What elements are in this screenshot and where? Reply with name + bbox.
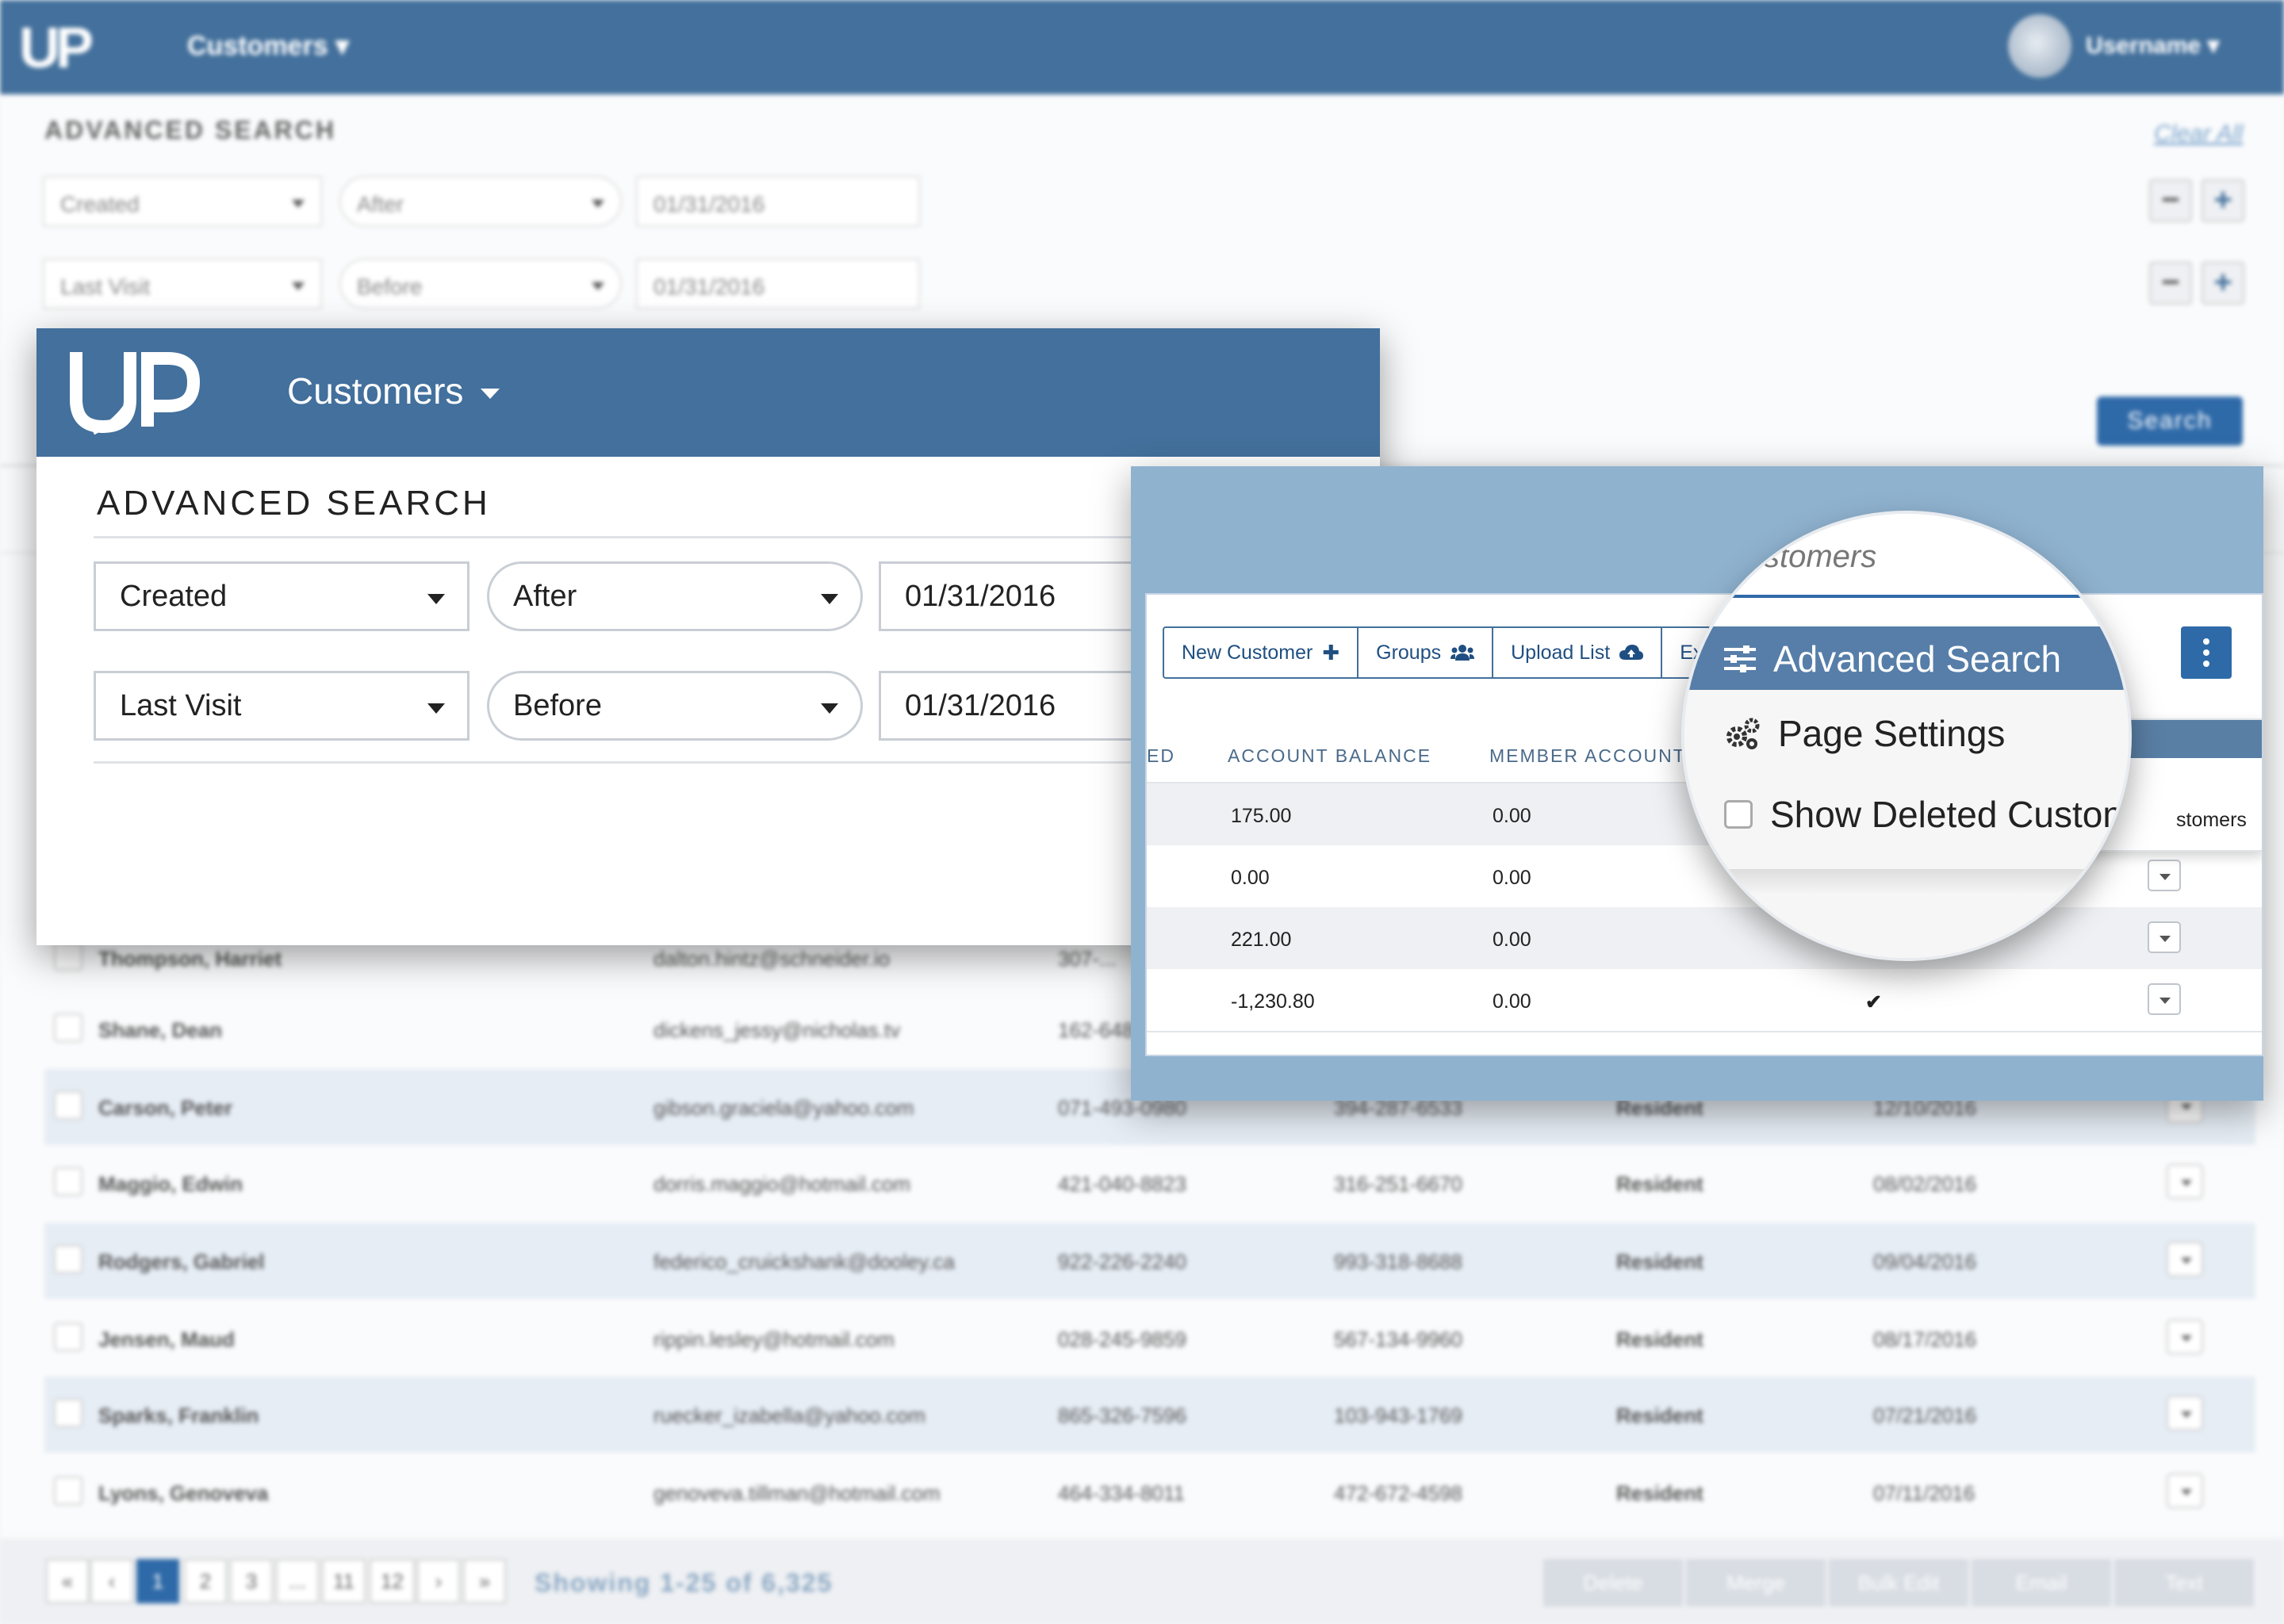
row-checkbox[interactable] (54, 1167, 82, 1196)
caret-down-icon (592, 200, 604, 208)
customer-search-field[interactable]: stomers (1684, 514, 2129, 599)
caret-down-icon (427, 594, 445, 604)
criteria-operator-select[interactable]: Before (339, 259, 622, 309)
criteria-operator-select[interactable]: After (487, 561, 863, 631)
new-customer-button[interactable]: New Customer ✚ (1164, 628, 1359, 677)
remove-criteria-button[interactable]: − (2149, 262, 2192, 304)
row-checkbox[interactable] (54, 1245, 82, 1274)
row-checkbox[interactable] (54, 1091, 82, 1120)
nav-customers[interactable]: Customers ▾ (187, 30, 349, 62)
table-row[interactable]: Sparks, Franklin ruecker_izabella@yahoo.… (44, 1377, 2255, 1453)
cloud-upload-icon (1619, 645, 1644, 660)
row-actions-dropdown[interactable] (2148, 921, 2181, 953)
showing-count: Showing 1-25 of 6,325 (535, 1568, 834, 1597)
caret-down-icon (821, 703, 838, 714)
criteria-date-input[interactable]: 01/31/2016 (636, 259, 920, 309)
pagination-last[interactable]: » (463, 1559, 506, 1603)
username-menu[interactable]: Username ▾ (2086, 32, 2219, 59)
add-criteria-button[interactable]: + (2202, 262, 2244, 304)
magnifier-lens: stomers Advanced Search Page Settings Sh… (1681, 511, 2132, 961)
criteria-field-select[interactable]: Last Visit (94, 671, 469, 741)
users-icon (1450, 645, 1475, 661)
advanced-search-title: ADVANCED SEARCH (44, 116, 336, 144)
caret-down-icon (821, 594, 838, 604)
row-actions-dropdown[interactable] (2167, 1396, 2203, 1431)
avatar[interactable] (2008, 14, 2071, 78)
clear-all-link[interactable]: Clear All (2154, 121, 2243, 147)
criteria-operator-select[interactable]: After (339, 176, 622, 227)
search-button[interactable]: Search (2097, 396, 2243, 446)
caret-down-icon (481, 388, 500, 399)
upload-list-button[interactable]: Upload List (1493, 628, 1663, 677)
row-checkbox[interactable] (54, 1399, 82, 1427)
row-actions-dropdown[interactable] (2167, 1320, 2203, 1354)
criteria-field-select[interactable]: Created (43, 176, 322, 227)
row-actions-dropdown[interactable] (2148, 983, 2181, 1015)
pagination-page-12[interactable]: 12 (370, 1559, 415, 1603)
table-row[interactable]: Maggio, Edwin dorris.maggio@hotmail.com … (44, 1145, 2255, 1221)
row-checkbox[interactable] (54, 942, 82, 971)
caret-down-icon (292, 200, 305, 208)
row-checkbox[interactable] (54, 1013, 82, 1042)
pagination-page-3[interactable]: 3 (230, 1559, 273, 1603)
pagination-prev[interactable]: ‹ (90, 1559, 133, 1603)
checkbox-icon[interactable] (1724, 800, 1753, 829)
row-actions-dropdown[interactable] (2167, 1242, 2203, 1277)
advanced-search-title: ADVANCED SEARCH (97, 484, 491, 523)
criteria-field-select[interactable]: Last Visit (43, 259, 322, 309)
column-header-partial[interactable]: ED (1147, 745, 1175, 767)
sliders-icon (1724, 645, 1756, 672)
table-row[interactable]: Rodgers, Gabriel federico_cruickshank@do… (44, 1223, 2255, 1299)
menu-item-advanced-search[interactable]: Advanced Search (1724, 638, 2061, 680)
row-checkbox[interactable] (54, 1477, 82, 1505)
caret-down-icon (427, 703, 445, 714)
row-actions-dropdown[interactable] (2148, 860, 2181, 891)
gears-icon (1726, 718, 1760, 749)
groups-button[interactable]: Groups (1359, 628, 1494, 677)
criteria-operator-select[interactable]: Before (487, 671, 863, 741)
kebab-icon[interactable] (2181, 626, 2232, 679)
table-row[interactable]: -1,230.80 0.00 ✔ (1147, 969, 2262, 1031)
bulk-text-button[interactable]: Text (2114, 1559, 2254, 1607)
app-header: Customers (36, 328, 1380, 457)
remove-criteria-button[interactable]: − (2149, 179, 2192, 222)
row-actions-dropdown[interactable] (2167, 1164, 2203, 1199)
bulk-delete-button[interactable]: Delete (1543, 1559, 1683, 1607)
logo-icon (70, 352, 201, 435)
menu-item-show-deleted[interactable]: Show Deleted Custome (1724, 793, 2129, 836)
caret-down-icon (292, 282, 305, 290)
app-header: UP Customers ▾ Username ▾ (0, 0, 2284, 94)
column-header-account-balance[interactable]: ACCOUNT BALANCE (1228, 745, 1431, 767)
pagination-ellipsis: ... (276, 1559, 319, 1603)
bulk-merge-button[interactable]: Merge (1686, 1559, 1826, 1607)
nav-customers[interactable]: Customers (287, 370, 500, 412)
column-header-member-account[interactable]: MEMBER ACCOUNT (1489, 745, 1686, 767)
bulk-edit-button[interactable]: Bulk Edit (1829, 1559, 1968, 1607)
plus-icon: ✚ (1322, 640, 1340, 665)
row-actions-dropdown[interactable] (2167, 1473, 2203, 1508)
pagination-next[interactable]: › (417, 1559, 460, 1603)
criteria-field-select[interactable]: Created (94, 561, 469, 631)
pagination-page-1[interactable]: 1 (136, 1559, 179, 1603)
table-row[interactable]: Jensen, Maud rippin.lesley@hotmail.com 0… (44, 1300, 2255, 1377)
check-icon: ✔ (1865, 991, 1882, 1013)
table-row[interactable]: Lyons, Genoveva genoveva.tillman@hotmail… (44, 1454, 2255, 1530)
pagination-first[interactable]: « (46, 1559, 89, 1603)
menu-item-page-settings[interactable]: Page Settings (1724, 712, 2005, 755)
pagination-page-2[interactable]: 2 (184, 1559, 227, 1603)
add-criteria-button[interactable]: + (2202, 179, 2244, 222)
criteria-date-input[interactable]: 01/31/2016 (636, 176, 920, 227)
divider (1147, 1031, 2262, 1032)
bulk-email-button[interactable]: Email (1972, 1559, 2111, 1607)
caret-down-icon (592, 282, 604, 290)
row-checkbox[interactable] (54, 1323, 82, 1351)
show-deleted-tail: stomers (2176, 809, 2247, 831)
logo: UP (19, 17, 94, 80)
pagination-page-11[interactable]: 11 (322, 1559, 366, 1603)
